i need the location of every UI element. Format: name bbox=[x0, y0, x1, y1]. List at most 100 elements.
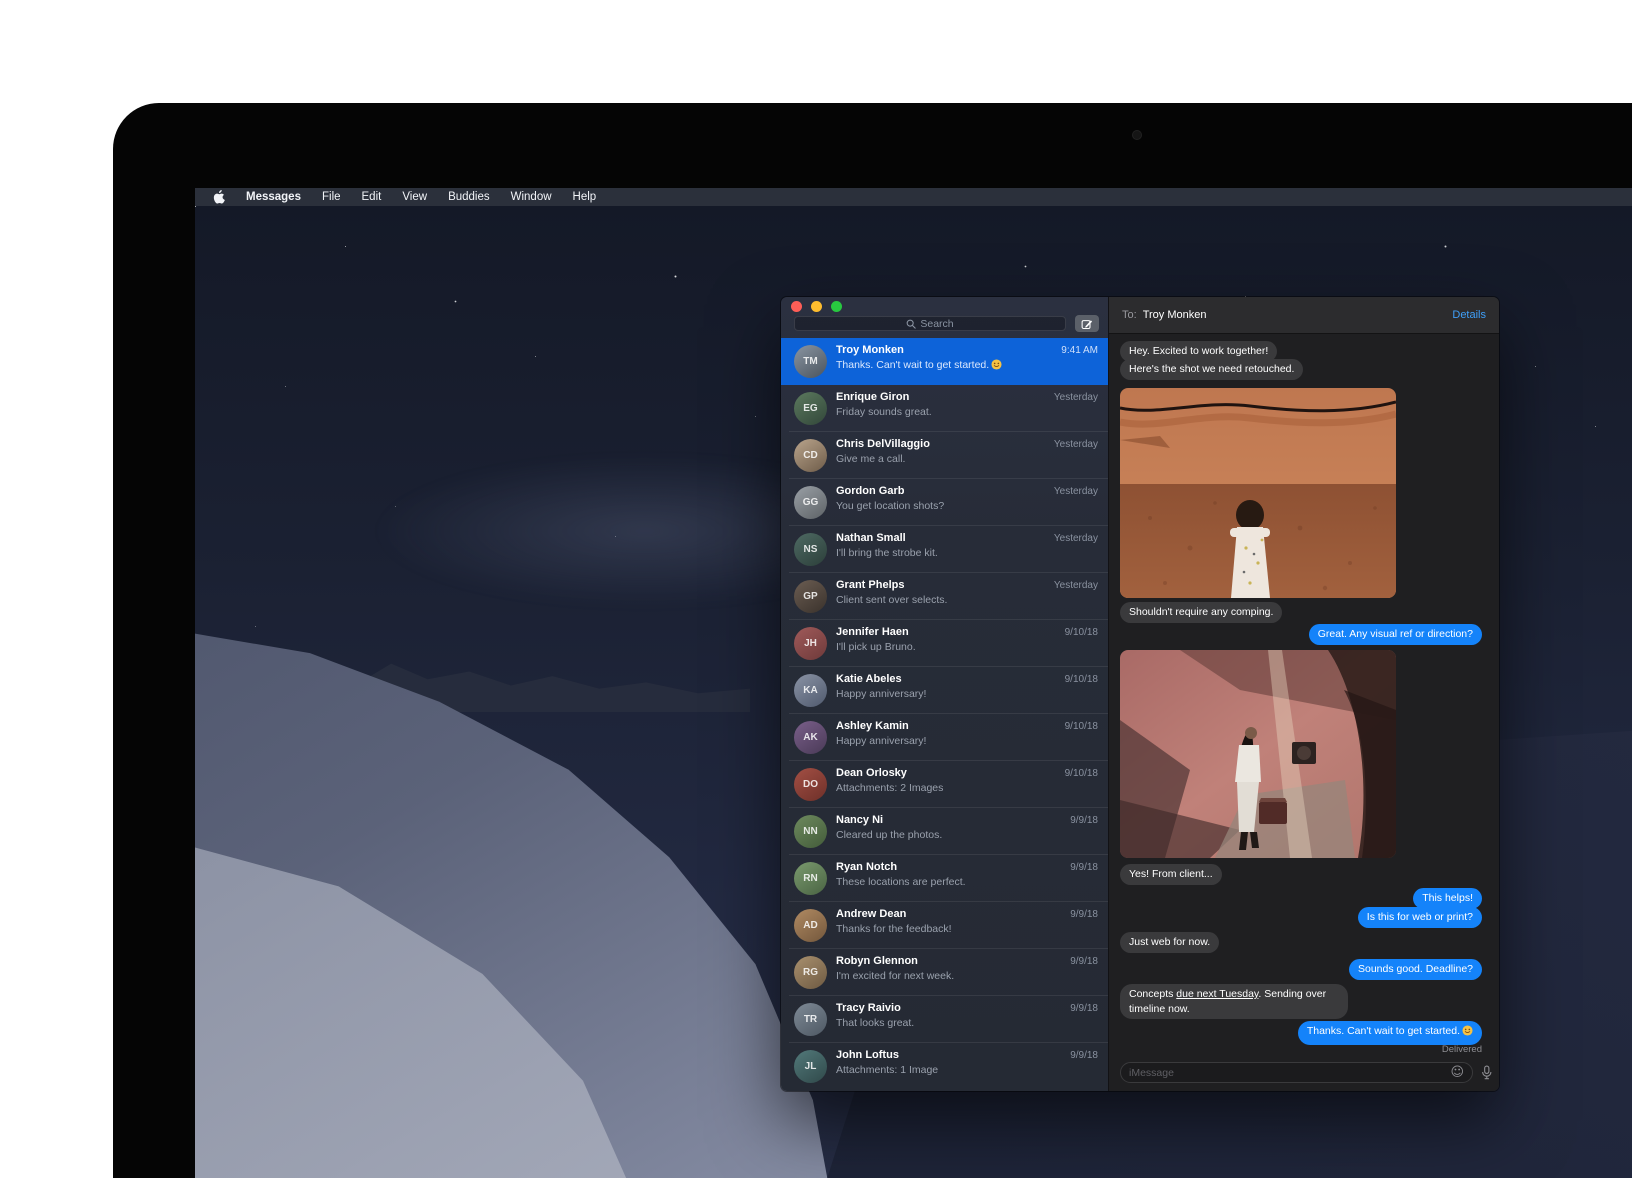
chat-pane: To: Troy Monken Details Hey. Excited to … bbox=[1108, 297, 1499, 1091]
details-button[interactable]: Details bbox=[1452, 309, 1486, 321]
message-preview: Cleared up the photos. bbox=[836, 829, 1048, 841]
minimize-button[interactable] bbox=[811, 301, 822, 312]
emoji-picker-button[interactable]: ☺ bbox=[1450, 1066, 1464, 1079]
search-input[interactable]: Search bbox=[794, 316, 1066, 331]
contact-name: Troy Monken bbox=[836, 344, 904, 356]
message-preview: You get location shots? bbox=[836, 500, 1048, 512]
conversation-list: TM Troy Monken Thanks. Can't wait to get… bbox=[781, 338, 1108, 1091]
apple-menu-icon[interactable] bbox=[213, 190, 225, 204]
avatar: DO bbox=[794, 768, 827, 801]
contact-name: John Loftus bbox=[836, 1049, 899, 1061]
dictation-mic-button[interactable] bbox=[1481, 1065, 1492, 1083]
search-placeholder: Search bbox=[920, 318, 953, 330]
sent-message: This helps! bbox=[1413, 888, 1482, 909]
conversation-date: 9/9/18 bbox=[1070, 1003, 1098, 1014]
close-button[interactable] bbox=[791, 301, 802, 312]
menu-view[interactable]: View bbox=[402, 191, 427, 203]
message-preview: Happy anniversary! bbox=[836, 735, 1048, 747]
avatar: EG bbox=[794, 392, 827, 425]
conversation-ashley-kamin[interactable]: AK Ashley Kamin Happy anniversary! 9/10/… bbox=[781, 714, 1108, 761]
menu-window[interactable]: Window bbox=[511, 191, 552, 203]
sent-message: Is this for web or print? bbox=[1358, 907, 1482, 928]
message-preview: I'm excited for next week. bbox=[836, 970, 1048, 982]
window-controls bbox=[791, 301, 842, 312]
avatar: GG bbox=[794, 486, 827, 519]
message-preview: Happy anniversary! bbox=[836, 688, 1048, 700]
received-message: Here's the shot we need retouched. bbox=[1120, 359, 1303, 380]
menu-file[interactable]: File bbox=[322, 191, 341, 203]
contact-name: Tracy Raivio bbox=[836, 1002, 901, 1014]
menu-buddies[interactable]: Buddies bbox=[448, 191, 490, 203]
imac-display: Messages File Edit View Buddies Window H… bbox=[195, 188, 1632, 1178]
avatar: JH bbox=[794, 627, 827, 660]
message-preview: Attachments: 2 Images bbox=[836, 782, 1048, 794]
date-detector-link[interactable]: due next Tuesday bbox=[1176, 988, 1258, 1000]
conversation-dean-orlosky[interactable]: DO Dean Orlosky Attachments: 2 Images 9/… bbox=[781, 761, 1108, 808]
conversation-date: 9/9/18 bbox=[1070, 1050, 1098, 1061]
contact-name: Gordon Garb bbox=[836, 485, 904, 497]
avatar: TR bbox=[794, 1003, 827, 1036]
conversation-gordon-garb[interactable]: GG Gordon Garb You get location shots? Y… bbox=[781, 479, 1108, 526]
menu-help[interactable]: Help bbox=[573, 191, 597, 203]
avatar: GP bbox=[794, 580, 827, 613]
received-message: Concepts due next Tuesday. Sending over … bbox=[1120, 984, 1348, 1019]
smiley-emoji-icon bbox=[991, 359, 1002, 370]
message-preview: Thanks. Can't wait to get started.😊 bbox=[836, 359, 1048, 371]
conversation-andrew-dean[interactable]: AD Andrew Dean Thanks for the feedback! … bbox=[781, 902, 1108, 949]
sent-message: Great. Any visual ref or direction? bbox=[1309, 624, 1482, 645]
menu-edit[interactable]: Edit bbox=[362, 191, 382, 203]
compose-button[interactable] bbox=[1075, 315, 1099, 332]
conversation-troy-monken[interactable]: TM Troy Monken Thanks. Can't wait to get… bbox=[781, 338, 1108, 385]
compose-icon bbox=[1081, 318, 1093, 330]
conversation-date: Yesterday bbox=[1054, 439, 1098, 450]
conversation-date: Yesterday bbox=[1054, 392, 1098, 403]
conversation-nathan-small[interactable]: NS Nathan Small I'll bring the strobe ki… bbox=[781, 526, 1108, 573]
conversation-ryan-notch[interactable]: RN Ryan Notch These locations are perfec… bbox=[781, 855, 1108, 902]
avatar: TM bbox=[794, 345, 827, 378]
contact-name: Nancy Ni bbox=[836, 814, 883, 826]
conversation-date: Yesterday bbox=[1054, 533, 1098, 544]
conversation-date: 9/10/18 bbox=[1065, 721, 1098, 732]
zoom-button[interactable] bbox=[831, 301, 842, 312]
received-message: Yes! From client... bbox=[1120, 864, 1222, 885]
messages-window: Search TM Troy Monken Thanks. Can't wait… bbox=[781, 297, 1499, 1091]
conversation-date: 9/10/18 bbox=[1065, 674, 1098, 685]
sent-message: Thanks. Can't wait to get started.😊 bbox=[1298, 1021, 1482, 1045]
photo-attachment-wall[interactable] bbox=[1120, 388, 1396, 598]
message-preview: Attachments: 1 Image bbox=[836, 1064, 1048, 1076]
conversation-katie-abeles[interactable]: KA Katie Abeles Happy anniversary! 9/10/… bbox=[781, 667, 1108, 714]
to-label: To: bbox=[1122, 309, 1137, 321]
contact-name: Enrique Giron bbox=[836, 391, 909, 403]
conversation-date: 9/9/18 bbox=[1070, 815, 1098, 826]
menu-app-name[interactable]: Messages bbox=[246, 191, 301, 203]
menu-bar: Messages File Edit View Buddies Window H… bbox=[195, 188, 1632, 206]
conversation-grant-phelps[interactable]: GP Grant Phelps Client sent over selects… bbox=[781, 573, 1108, 620]
stars bbox=[195, 206, 196, 207]
message-preview: Friday sounds great. bbox=[836, 406, 1048, 418]
conversation-tracy-raivio[interactable]: TR Tracy Raivio That looks great. 9/9/18 bbox=[781, 996, 1108, 1043]
conversation-nancy-ni[interactable]: NN Nancy Ni Cleared up the photos. 9/9/1… bbox=[781, 808, 1108, 855]
conversation-date: 9/9/18 bbox=[1070, 909, 1098, 920]
imessage-input[interactable]: iMessage ☺ bbox=[1120, 1062, 1473, 1083]
contact-name: Katie Abeles bbox=[836, 673, 902, 685]
contact-name: Ashley Kamin bbox=[836, 720, 909, 732]
screenshot-canvas: Messages File Edit View Buddies Window H… bbox=[0, 0, 1632, 1178]
message-preview: I'll bring the strobe kit. bbox=[836, 547, 1048, 559]
contact-name: Nathan Small bbox=[836, 532, 906, 544]
search-icon bbox=[906, 319, 916, 329]
conversation-date: 9/9/18 bbox=[1070, 956, 1098, 967]
conversation-robyn-glennon[interactable]: RG Robyn Glennon I'm excited for next we… bbox=[781, 949, 1108, 996]
conversation-enrique-giron[interactable]: EG Enrique Giron Friday sounds great. Ye… bbox=[781, 385, 1108, 432]
contact-name: Chris DelVillaggio bbox=[836, 438, 930, 450]
conversation-date: 9/9/18 bbox=[1070, 862, 1098, 873]
contact-name: Robyn Glennon bbox=[836, 955, 918, 967]
message-preview: Give me a call. bbox=[836, 453, 1048, 465]
avatar: KA bbox=[794, 674, 827, 707]
imessage-placeholder: iMessage bbox=[1129, 1067, 1174, 1079]
chat-header: To: Troy Monken Details bbox=[1109, 297, 1499, 334]
conversation-jennifer-haen[interactable]: JH Jennifer Haen I'll pick up Bruno. 9/1… bbox=[781, 620, 1108, 667]
avatar: RN bbox=[794, 862, 827, 895]
conversation-john-loftus[interactable]: JL John Loftus Attachments: 1 Image 9/9/… bbox=[781, 1043, 1108, 1090]
photo-attachment-alley[interactable] bbox=[1120, 650, 1396, 858]
conversation-chris-delvillaggio[interactable]: CD Chris DelVillaggio Give me a call. Ye… bbox=[781, 432, 1108, 479]
